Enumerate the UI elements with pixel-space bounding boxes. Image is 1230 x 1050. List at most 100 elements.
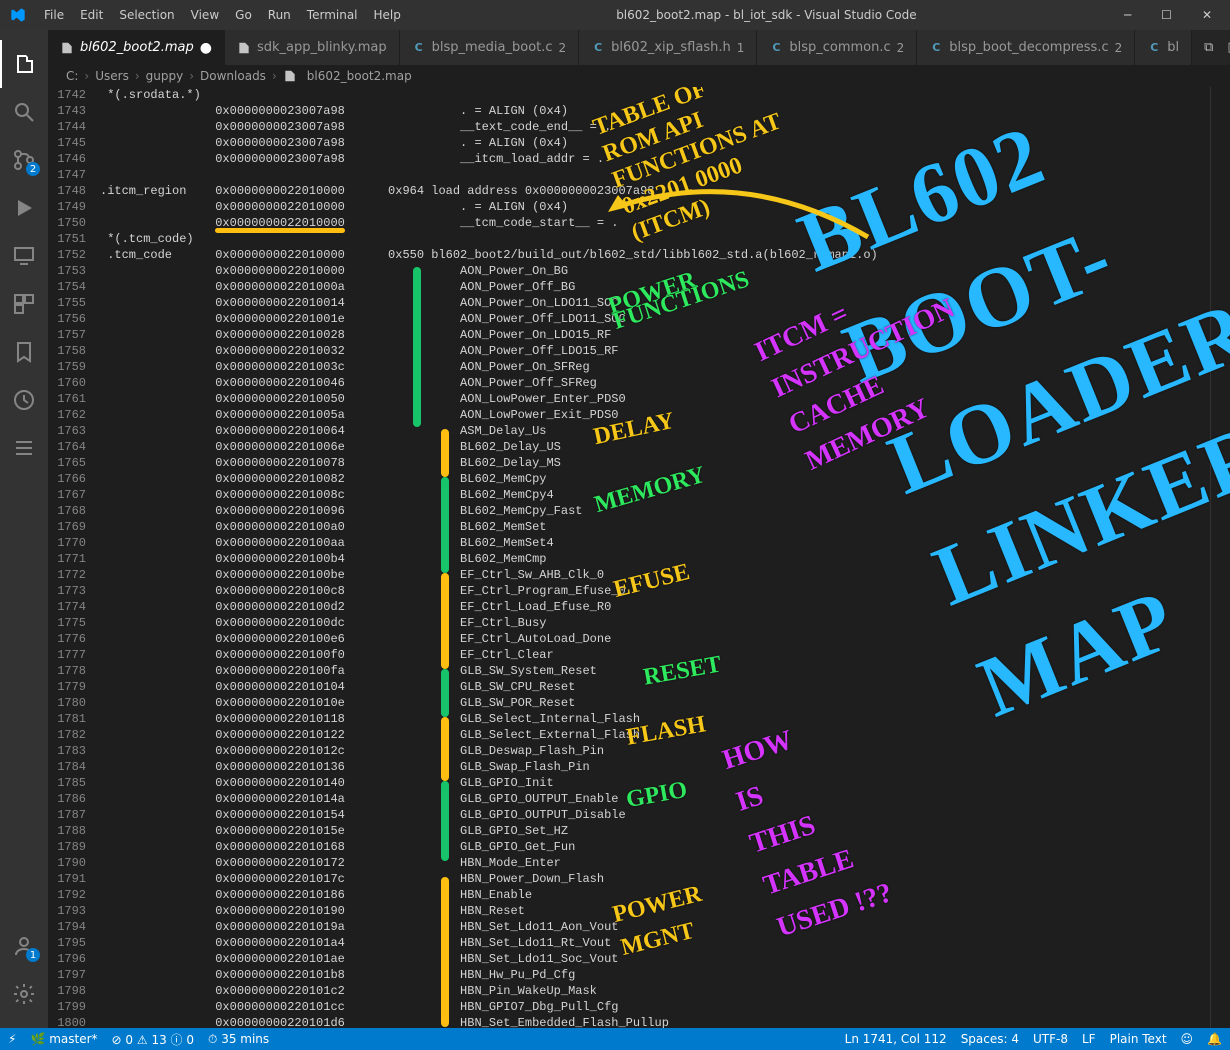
encoding[interactable]: UTF-8	[1033, 1032, 1068, 1046]
code-line[interactable]: 0x000000002201010e GLB_SW_POR_Reset	[100, 695, 1210, 711]
code-line[interactable]: 0x000000002201015e GLB_GPIO_Set_HZ	[100, 823, 1210, 839]
eol[interactable]: LF	[1082, 1032, 1096, 1046]
code-line[interactable]: 0x0000000022010104 GLB_SW_CPU_Reset	[100, 679, 1210, 695]
code-line[interactable]: 0x00000000220101ae HBN_Set_Ldo11_Soc_Vou…	[100, 951, 1210, 967]
close-icon[interactable]: ✕	[1202, 8, 1212, 22]
code-line[interactable]: 0x00000000220101cc HBN_GPIO7_Dbg_Pull_Cf…	[100, 999, 1210, 1015]
code-line[interactable]: 0x0000000022010064 ASM_Delay_Us	[100, 423, 1210, 439]
code-line[interactable]: 0x000000002201014a GLB_GPIO_OUTPUT_Enabl…	[100, 791, 1210, 807]
code-line[interactable]: 0x00000000220100fa GLB_SW_System_Reset	[100, 663, 1210, 679]
code-line[interactable]: 0x0000000022010140 GLB_GPIO_Init	[100, 775, 1210, 791]
code-line[interactable]: 0x0000000022010096 BL602_MemCpy_Fast	[100, 503, 1210, 519]
code-line[interactable]: 0x0000000022010186 HBN_Enable	[100, 887, 1210, 903]
breadcrumb-segment[interactable]: bl602_boot2.map	[307, 69, 412, 83]
indent[interactable]: Spaces: 4	[961, 1032, 1019, 1046]
code-line[interactable]: 0x000000002201019a HBN_Set_Ldo11_Aon_Vou…	[100, 919, 1210, 935]
tab-3[interactable]: Cbl602_xip_sflash.h1	[579, 30, 757, 65]
code-line[interactable]: 0x000000002201000a AON_Power_Off_BG	[100, 279, 1210, 295]
code-line[interactable]: 0x00000000220101a4 HBN_Set_Ldo11_Rt_Vout	[100, 935, 1210, 951]
wakatime[interactable]: ⏱ 35 mins	[208, 1032, 269, 1047]
code-content[interactable]: *(.srodata.*) 0x0000000023007a98 . = ALI…	[100, 87, 1210, 1028]
remote-indicator-icon[interactable]: ⚡	[8, 1032, 16, 1046]
code-line[interactable]: 0x000000002201012c GLB_Deswap_Flash_Pin	[100, 743, 1210, 759]
tab-1[interactable]: sdk_app_blinky.map	[225, 30, 400, 65]
code-line[interactable]: 0x000000002201006e BL602_Delay_US	[100, 439, 1210, 455]
activity-run-debug[interactable]	[0, 184, 48, 232]
activity-search[interactable]	[0, 88, 48, 136]
code-line[interactable]: 0x00000000220101d6 HBN_Set_Embedded_Flas…	[100, 1015, 1210, 1028]
compare-icon[interactable]: ⧉	[1204, 40, 1213, 55]
tab-5[interactable]: Cblsp_boot_decompress.c2	[917, 30, 1135, 65]
code-line[interactable]: 0x000000002201003c AON_Power_On_SFReg	[100, 359, 1210, 375]
code-line[interactable]: 0x0000000022010118 GLB_Select_Internal_F…	[100, 711, 1210, 727]
code-line[interactable]: .tcm_code 0x0000000022010000 0x550 bl602…	[100, 247, 1210, 263]
code-line[interactable]: 0x00000000220100f0 EF_Ctrl_Clear	[100, 647, 1210, 663]
breadcrumb-segment[interactable]: Downloads	[200, 69, 266, 83]
code-line[interactable]: 0x0000000022010000 AON_Power_On_BG	[100, 263, 1210, 279]
code-line[interactable]: 0x00000000220100e6 EF_Ctrl_AutoLoad_Done	[100, 631, 1210, 647]
code-line[interactable]: *(.srodata.*)	[100, 87, 1210, 103]
code-line[interactable]: 0x000000002201005a AON_LowPower_Exit_PDS…	[100, 407, 1210, 423]
code-line[interactable]: 0x00000000220100b4 BL602_MemCmp	[100, 551, 1210, 567]
code-line[interactable]: 0x0000000022010168 GLB_GPIO_Get_Fun	[100, 839, 1210, 855]
menu-terminal[interactable]: Terminal	[299, 8, 366, 22]
code-area[interactable]: 1742174317441745174617471748174917501751…	[48, 87, 1230, 1028]
code-line[interactable]: 0x00000000220100aa BL602_MemSet4	[100, 535, 1210, 551]
breadcrumb-segment[interactable]: Users	[95, 69, 129, 83]
feedback-icon[interactable]: ☺	[1181, 1032, 1194, 1046]
code-line[interactable]: 0x00000000220100c8 EF_Ctrl_Program_Efuse…	[100, 583, 1210, 599]
code-line[interactable]: *(.tcm_code)	[100, 231, 1210, 247]
activity-explorer[interactable]	[0, 40, 48, 88]
activity-outline[interactable]	[0, 424, 48, 472]
activity-extensions[interactable]	[0, 280, 48, 328]
activity-timeline[interactable]	[0, 376, 48, 424]
code-line[interactable]: 0x0000000022010078 BL602_Delay_MS	[100, 455, 1210, 471]
code-line[interactable]: 0x0000000023007a98 __text_code_end__ = .	[100, 119, 1210, 135]
breadcrumb-segment[interactable]: guppy	[146, 69, 184, 83]
code-line[interactable]: 0x00000000220100be EF_Ctrl_Sw_AHB_Clk_0	[100, 567, 1210, 583]
code-line[interactable]: 0x0000000022010190 HBN_Reset	[100, 903, 1210, 919]
tab-0[interactable]: bl602_boot2.map●	[48, 30, 225, 65]
menu-go[interactable]: Go	[227, 8, 260, 22]
code-line[interactable]: 0x0000000022010082 BL602_MemCpy	[100, 471, 1210, 487]
minimize-icon[interactable]: ─	[1124, 8, 1131, 22]
code-line[interactable]: 0x000000002201008c BL602_MemCpy4	[100, 487, 1210, 503]
breadcrumb-segment[interactable]: C:	[66, 69, 78, 83]
code-line[interactable]: 0x0000000022010136 GLB_Swap_Flash_Pin	[100, 759, 1210, 775]
tab-6[interactable]: Cbl	[1135, 30, 1192, 65]
code-line[interactable]: 0x000000002201001e AON_Power_Off_LDO11_S…	[100, 311, 1210, 327]
code-line[interactable]: 0x000000002201017c HBN_Power_Down_Flash	[100, 871, 1210, 887]
code-line[interactable]: 0x0000000022010000 . = ALIGN (0x4)	[100, 199, 1210, 215]
cursor-position[interactable]: Ln 1741, Col 112	[845, 1032, 947, 1046]
problems[interactable]: ⊘ 0 ⚠ 13 ⓘ 0	[112, 1031, 194, 1048]
code-line[interactable]: 0x0000000022010154 GLB_GPIO_OUTPUT_Disab…	[100, 807, 1210, 823]
code-line[interactable]: 0x0000000022010122 GLB_Select_External_F…	[100, 727, 1210, 743]
tab-4[interactable]: Cblsp_common.c2	[757, 30, 917, 65]
activity-bookmarks[interactable]	[0, 328, 48, 376]
menu-help[interactable]: Help	[366, 8, 409, 22]
code-line[interactable]: 0x0000000022010000 __tcm_code_start__ = …	[100, 215, 1210, 231]
language-mode[interactable]: Plain Text	[1110, 1032, 1167, 1046]
code-line[interactable]: 0x0000000022010032 AON_Power_Off_LDO15_R…	[100, 343, 1210, 359]
code-line[interactable]: 0x00000000220100d2 EF_Ctrl_Load_Efuse_R0	[100, 599, 1210, 615]
breadcrumb[interactable]: C:›Users›guppy›Downloads›bl602_boot2.map	[48, 65, 1230, 87]
git-branch[interactable]: 🌿 master*	[30, 1032, 97, 1046]
code-line[interactable]: 0x0000000022010046 AON_Power_Off_SFReg	[100, 375, 1210, 391]
code-line[interactable]: 0x0000000022010014 AON_Power_On_LDO11_SO…	[100, 295, 1210, 311]
code-line[interactable]: 0x0000000023007a98 . = ALIGN (0x4)	[100, 103, 1210, 119]
code-line[interactable]: 0x0000000022010050 AON_LowPower_Enter_PD…	[100, 391, 1210, 407]
maximize-icon[interactable]: ☐	[1161, 8, 1172, 22]
activity-account[interactable]: 1	[0, 922, 48, 970]
menu-file[interactable]: File	[36, 8, 72, 22]
code-line[interactable]	[100, 167, 1210, 183]
minimap[interactable]	[1210, 87, 1230, 1028]
notifications-icon[interactable]: 🔔	[1207, 1032, 1222, 1046]
tab-2[interactable]: Cblsp_media_boot.c2	[400, 30, 580, 65]
code-line[interactable]: .itcm_region 0x0000000022010000 0x964 lo…	[100, 183, 1210, 199]
menu-edit[interactable]: Edit	[72, 8, 111, 22]
code-line[interactable]: 0x0000000023007a98 . = ALIGN (0x4)	[100, 135, 1210, 151]
activity-settings[interactable]	[0, 970, 48, 1018]
code-line[interactable]: 0x00000000220100a0 BL602_MemSet	[100, 519, 1210, 535]
code-line[interactable]: 0x0000000023007a98 __itcm_load_addr = .	[100, 151, 1210, 167]
code-line[interactable]: 0x0000000022010028 AON_Power_On_LDO15_RF	[100, 327, 1210, 343]
